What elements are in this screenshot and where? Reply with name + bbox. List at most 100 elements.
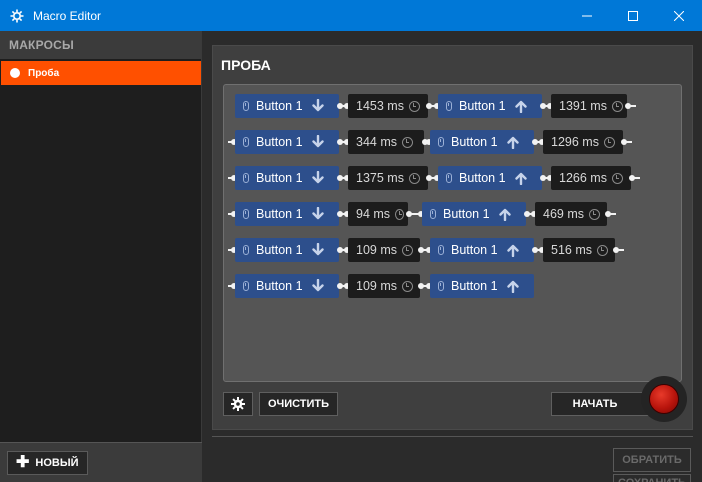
macro-sequence[interactable]: Button 1 1453 ms Button 1 1391 ms Button 1 34… — [223, 84, 682, 382]
button-down-step[interactable]: Button 1 — [235, 238, 339, 262]
button-up-step[interactable]: Button 1 — [438, 166, 542, 190]
arrow-down-icon — [311, 135, 324, 148]
save-button[interactable]: СОХРАНИТЬ — [613, 474, 691, 482]
clock-icon — [395, 208, 404, 220]
settings-button[interactable] — [223, 392, 253, 416]
delay-value: 1391 ms — [559, 99, 607, 113]
delay-step[interactable]: 1453 ms — [348, 94, 428, 118]
button-up-step[interactable]: Button 1 — [430, 130, 534, 154]
connector — [621, 139, 632, 145]
button-up-step[interactable]: Button 1 — [430, 238, 534, 262]
minimize-button[interactable] — [564, 0, 610, 31]
delay-value: 109 ms — [356, 243, 397, 257]
delay-value: 1375 ms — [356, 171, 404, 185]
connector — [337, 283, 350, 289]
window-title: Macro Editor — [33, 8, 102, 23]
button-up-step[interactable]: Button 1 — [430, 274, 534, 298]
connector — [228, 139, 237, 145]
clock-icon — [603, 136, 615, 148]
delay-step[interactable]: 1375 ms — [348, 166, 428, 190]
mouse-icon — [243, 173, 249, 183]
arrow-down-icon — [311, 207, 324, 220]
button-up-step[interactable]: Button 1 — [438, 94, 542, 118]
plus-icon: ✚ — [16, 454, 30, 471]
button-label: Button 1 — [256, 99, 303, 113]
delay-value: 344 ms — [356, 135, 397, 149]
delay-step[interactable]: 109 ms — [348, 238, 420, 262]
delay-step[interactable]: 344 ms — [348, 130, 424, 154]
connector — [426, 175, 440, 181]
connector — [613, 247, 624, 253]
arrow-up-icon — [498, 208, 511, 221]
button-down-step[interactable]: Button 1 — [235, 94, 339, 118]
delay-step[interactable]: 469 ms — [535, 202, 607, 226]
steelseries-icon — [9, 8, 25, 24]
button-label: Button 1 — [459, 171, 506, 185]
delay-value: 94 ms — [356, 207, 391, 221]
connector — [532, 139, 545, 145]
connector — [540, 103, 553, 109]
delay-step[interactable]: 1296 ms — [543, 130, 623, 154]
button-down-step[interactable]: Button 1 — [235, 274, 339, 298]
delay-value: 1453 ms — [356, 99, 404, 113]
arrow-down-icon — [311, 279, 324, 292]
delay-step[interactable]: 1266 ms — [551, 166, 631, 190]
arrow-down-icon — [311, 243, 324, 256]
maximize-button[interactable] — [610, 0, 656, 31]
delay-step[interactable]: 109 ms — [348, 274, 420, 298]
connector — [337, 139, 350, 145]
new-macro-button[interactable]: ✚ НОВЫЙ — [7, 451, 88, 475]
sequence-row: Button 1 94 ms Button 1 469 ms — [224, 202, 683, 226]
clock-icon — [611, 100, 623, 112]
connector — [426, 103, 440, 109]
apply-button[interactable]: ОБРАТИТЬ — [613, 448, 691, 472]
record-button[interactable] — [649, 384, 679, 414]
connector — [337, 211, 350, 217]
connector — [228, 211, 237, 217]
sidebar-footer: ✚ НОВЫЙ — [0, 442, 202, 482]
macro-editor-panel: ПРОБА Button 1 1453 ms Button 1 1391 ms Butt… — [212, 45, 693, 430]
mouse-icon — [446, 173, 452, 183]
connector — [605, 211, 616, 217]
connector — [540, 175, 553, 181]
delay-value: 469 ms — [543, 207, 584, 221]
button-down-step[interactable]: Button 1 — [235, 202, 339, 226]
macro-title: ПРОБА — [221, 57, 271, 73]
connector — [228, 175, 237, 181]
delay-step[interactable]: 516 ms — [543, 238, 615, 262]
macro-sidebar: МАКРОСЫ Проба ✚ НОВЫЙ — [0, 31, 202, 482]
button-down-step[interactable]: Button 1 — [235, 166, 339, 190]
mouse-icon — [243, 209, 249, 219]
delay-value: 1296 ms — [551, 135, 599, 149]
delay-value: 109 ms — [356, 279, 397, 293]
delay-step[interactable]: 94 ms — [348, 202, 408, 226]
delay-value: 516 ms — [551, 243, 592, 257]
clear-button[interactable]: ОЧИСТИТЬ — [259, 392, 338, 416]
delay-value: 1266 ms — [559, 171, 607, 185]
delay-step[interactable]: 1391 ms — [551, 94, 627, 118]
button-label: Button 1 — [443, 207, 490, 221]
mouse-icon — [438, 137, 444, 147]
button-down-step[interactable]: Button 1 — [235, 130, 339, 154]
minimize-icon — [582, 15, 592, 16]
macro-list-item[interactable]: Проба — [1, 61, 201, 85]
close-button[interactable] — [656, 0, 702, 31]
button-label: Button 1 — [451, 279, 498, 293]
sequence-row: Button 1 1453 ms Button 1 1391 ms — [224, 94, 683, 118]
clock-icon — [402, 136, 413, 148]
divider — [212, 436, 693, 437]
sequence-row: Button 1 1375 ms Button 1 1266 ms — [224, 166, 683, 190]
arrow-down-icon — [311, 171, 324, 184]
button-label: Button 1 — [256, 279, 303, 293]
arrow-up-icon — [506, 244, 519, 257]
connector — [406, 211, 424, 217]
mouse-icon — [438, 281, 444, 291]
mouse-icon — [243, 137, 249, 147]
connector — [228, 283, 237, 289]
button-label: Button 1 — [451, 135, 498, 149]
start-button[interactable]: НАЧАТЬ — [551, 392, 649, 416]
mouse-icon — [438, 245, 444, 255]
button-up-step[interactable]: Button 1 — [422, 202, 526, 226]
arrow-up-icon — [514, 100, 527, 113]
clock-icon — [402, 244, 413, 256]
